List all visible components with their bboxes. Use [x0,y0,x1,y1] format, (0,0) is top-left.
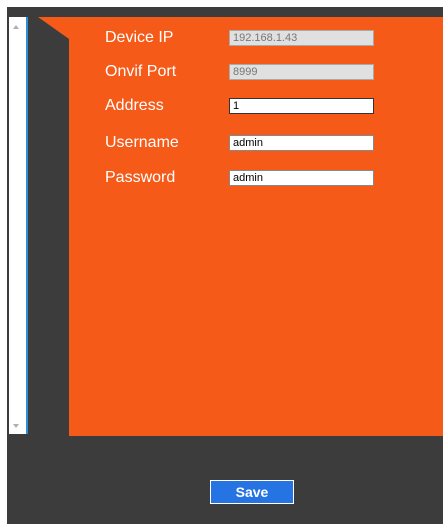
onvif-port-row: Onvif Port [38,62,443,82]
username-row: Username [38,133,443,153]
device-ip-label: Device IP [105,29,174,46]
onvif-port-label: Onvif Port [105,63,177,80]
username-input[interactable] [229,135,374,151]
device-ip-row: Device IP [38,28,443,48]
save-button[interactable]: Save [210,480,294,504]
password-label: Password [105,169,176,186]
address-label: Address [105,97,164,114]
username-label: Username [105,134,179,151]
scroll-up-arrow-icon[interactable] [13,25,19,29]
address-row: Address [38,96,443,116]
address-input[interactable] [229,98,374,114]
device-ip-input [229,30,374,46]
password-row: Password [38,168,443,188]
password-input[interactable] [229,170,374,186]
onvif-port-input [229,64,374,80]
scroll-down-arrow-icon[interactable] [13,424,19,428]
onvif-settings-panel: Device IP Onvif Port Address Username Pa… [38,17,443,436]
left-scroll-panel[interactable] [9,17,28,434]
